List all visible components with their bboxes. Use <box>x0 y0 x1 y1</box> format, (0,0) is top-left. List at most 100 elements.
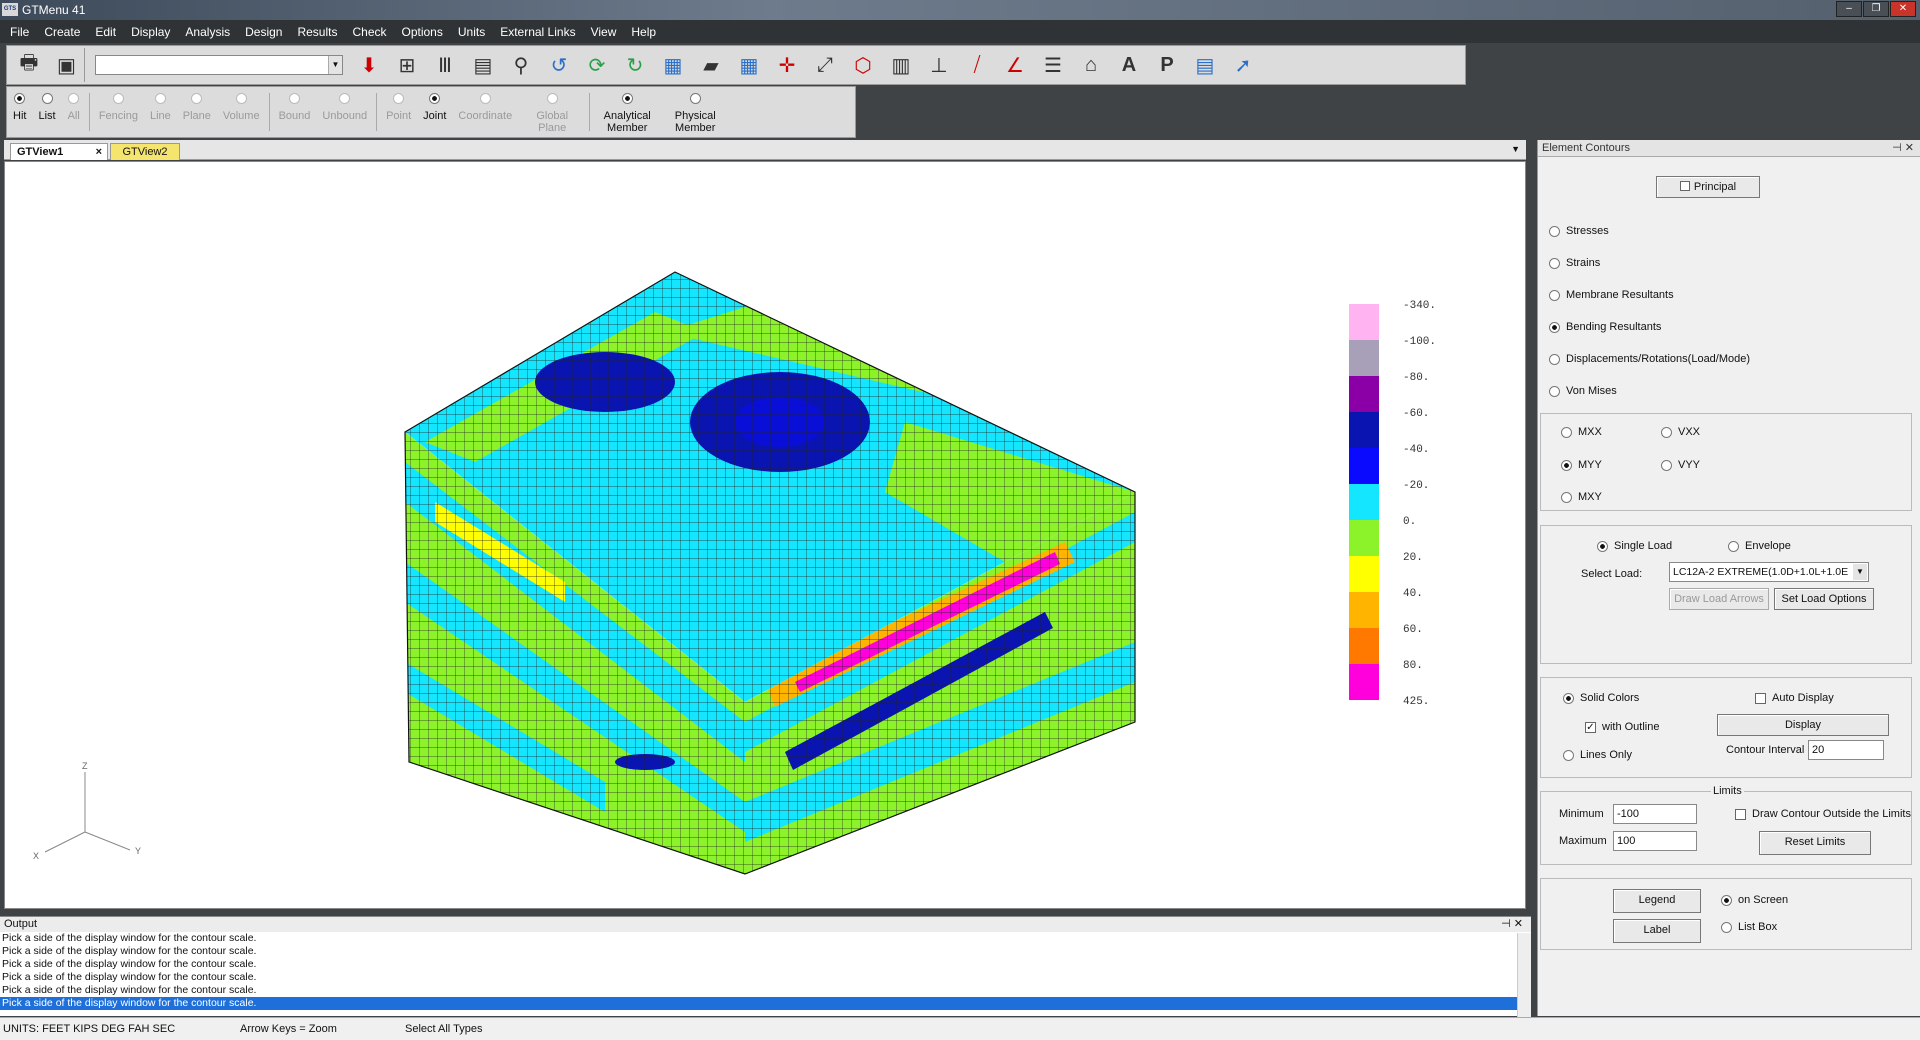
radio-indicator[interactable] <box>689 93 701 104</box>
select-mode-fencing[interactable]: Fencing <box>93 87 144 137</box>
menu-view[interactable]: View <box>591 25 617 39</box>
text-p-icon[interactable]: P <box>1149 48 1185 82</box>
single-load-radio[interactable]: Single Load <box>1597 540 1672 552</box>
tab-gtview1[interactable]: GTView1 × <box>10 143 108 160</box>
beam-icon[interactable]: Ⅲ <box>427 48 463 82</box>
result-type-strains[interactable]: Strains <box>1549 257 1600 269</box>
radio-indicator[interactable] <box>289 93 300 104</box>
select-mode-all[interactable]: All <box>62 87 86 137</box>
minimize-button[interactable]: – <box>1836 1 1862 17</box>
select-load-dropdown[interactable]: LC12A-2 EXTREME(1.0D+1.0L+1.0E ▼ <box>1669 562 1869 582</box>
set-load-options-button[interactable]: Set Load Options <box>1774 588 1874 610</box>
restore-button[interactable]: ❐ <box>1863 1 1889 17</box>
display-icon[interactable]: ▦ <box>655 48 691 82</box>
refresh-icon[interactable]: ↻ <box>617 48 653 82</box>
menu-display[interactable]: Display <box>131 25 170 39</box>
select-mode-list[interactable]: List <box>32 87 61 137</box>
menu-design[interactable]: Design <box>245 25 282 39</box>
radio-indicator[interactable] <box>41 93 53 104</box>
result-type-stresses[interactable]: Stresses <box>1549 225 1609 237</box>
select-mode-physical-member[interactable]: Physical Member <box>661 87 729 137</box>
select-mode-bound[interactable]: Bound <box>273 87 317 137</box>
page-icon[interactable]: ▤ <box>465 48 501 82</box>
close-button[interactable]: ✕ <box>1890 1 1916 17</box>
print-icon[interactable]: 🖶 <box>11 48 47 82</box>
chevron-down-icon[interactable]: ▼ <box>1853 564 1867 580</box>
legend-button[interactable]: Legend <box>1613 889 1701 913</box>
result-type-von-mises[interactable]: Von Mises <box>1549 385 1617 397</box>
select-mode-line[interactable]: Line <box>144 87 177 137</box>
component-vxx[interactable]: VXX <box>1661 426 1700 438</box>
with-outline-checkbox[interactable]: ✓ with Outline <box>1585 721 1659 733</box>
select-mode-unbound[interactable]: Unbound <box>316 87 373 137</box>
envelope-radio[interactable]: Envelope <box>1728 540 1791 552</box>
menu-options[interactable]: Options <box>402 25 443 39</box>
component-vyy[interactable]: VYY <box>1661 459 1700 471</box>
solid-colors-radio[interactable]: Solid Colors <box>1563 692 1639 704</box>
close-icon[interactable]: × <box>96 144 102 160</box>
radio-indicator[interactable] <box>14 93 26 104</box>
pin-close-icon[interactable]: ⊣ ✕ <box>1892 140 1914 156</box>
menu-results[interactable]: Results <box>297 25 337 39</box>
model-view-canvas[interactable]: -340. -100. -80. -60. -40. -20. 0. 20. 40. 60. 80.… <box>4 161 1526 909</box>
chevron-down-icon[interactable]: ▼ <box>1511 144 1520 154</box>
lines-only-radio[interactable]: Lines Only <box>1563 749 1632 761</box>
select-mode-coordinate[interactable]: Coordinate <box>452 87 518 137</box>
contour-interval-input[interactable]: 20 <box>1808 740 1884 760</box>
result-type-displacements-rotations-load-mode-[interactable]: Displacements/Rotations(Load/Mode) <box>1549 353 1750 365</box>
select-mode-analytical-member[interactable]: Analytical Member <box>593 87 661 137</box>
maximum-input[interactable]: 100 <box>1613 831 1697 851</box>
auto-display-checkbox[interactable]: Auto Display <box>1755 692 1834 704</box>
result-type-membrane-resultants[interactable]: Membrane Resultants <box>1549 289 1674 301</box>
structure-icon[interactable]: ⌂ <box>1073 48 1109 82</box>
download-icon[interactable]: ⬇ <box>351 48 387 82</box>
menu-create[interactable]: Create <box>44 25 80 39</box>
list-box-radio[interactable]: List Box <box>1721 921 1777 933</box>
menu-file[interactable]: File <box>10 25 29 39</box>
table-icon[interactable]: ▤ <box>1187 48 1223 82</box>
radio-indicator[interactable] <box>154 93 166 104</box>
tab-gtview2[interactable]: GTView2 <box>110 143 180 160</box>
pin-close-icon[interactable]: ⊣ ✕ <box>1501 917 1523 931</box>
display-button[interactable]: Display <box>1717 714 1889 736</box>
grid-icon[interactable]: ▦ <box>731 48 767 82</box>
radio-indicator[interactable] <box>546 93 558 104</box>
radio-indicator[interactable] <box>339 93 351 104</box>
node-icon[interactable]: ✛ <box>769 48 805 82</box>
select-mode-global-plane[interactable]: Global Plane <box>518 87 586 137</box>
select-mode-plane[interactable]: Plane <box>177 87 217 137</box>
reset-limits-button[interactable]: Reset Limits <box>1759 831 1871 855</box>
radio-indicator[interactable] <box>429 93 441 104</box>
text-a-icon[interactable]: A <box>1111 48 1147 82</box>
result-type-bending-resultants[interactable]: Bending Resultants <box>1549 321 1661 333</box>
menu-help[interactable]: Help <box>631 25 656 39</box>
select-mode-joint[interactable]: Joint <box>417 87 452 137</box>
select-mode-volume[interactable]: Volume <box>217 87 266 137</box>
principal-toggle[interactable]: Principal <box>1656 176 1760 198</box>
radio-indicator[interactable] <box>191 93 203 104</box>
plate-icon[interactable]: ▥ <box>883 48 919 82</box>
view-info-icon[interactable]: ▣ <box>49 48 85 82</box>
menu-units[interactable]: Units <box>458 25 485 39</box>
draw-outside-limits-checkbox[interactable]: Draw Contour Outside the Limits <box>1735 808 1911 820</box>
component-mxy[interactable]: MXY <box>1561 491 1602 503</box>
radio-indicator[interactable] <box>68 93 80 104</box>
zoom-icon[interactable]: ⚲ <box>503 48 539 82</box>
draw-load-arrows-button[interactable]: Draw Load Arrows <box>1669 588 1769 610</box>
on-screen-radio[interactable]: on Screen <box>1721 894 1788 906</box>
member-icon[interactable]: ⤢ <box>807 48 843 82</box>
eraser-icon[interactable]: ▰ <box>693 48 729 82</box>
menu-analysis[interactable]: Analysis <box>185 25 230 39</box>
output-scrollbar[interactable] <box>1517 933 1531 1017</box>
component-myy[interactable]: MYY <box>1561 459 1602 471</box>
radio-indicator[interactable] <box>479 93 491 104</box>
menu-external-links[interactable]: External Links <box>500 25 575 39</box>
radio-indicator[interactable] <box>235 93 247 104</box>
moment-icon[interactable]: ∠ <box>997 48 1033 82</box>
select-mode-hit[interactable]: Hit <box>7 87 32 137</box>
select-mode-point[interactable]: Point <box>380 87 417 137</box>
label-button[interactable]: Label <box>1613 919 1701 943</box>
component-mxx[interactable]: MXX <box>1561 426 1602 438</box>
model-cube-icon[interactable]: ⬡ <box>845 48 881 82</box>
toolbar-combo[interactable]: ▼ <box>95 55 343 75</box>
